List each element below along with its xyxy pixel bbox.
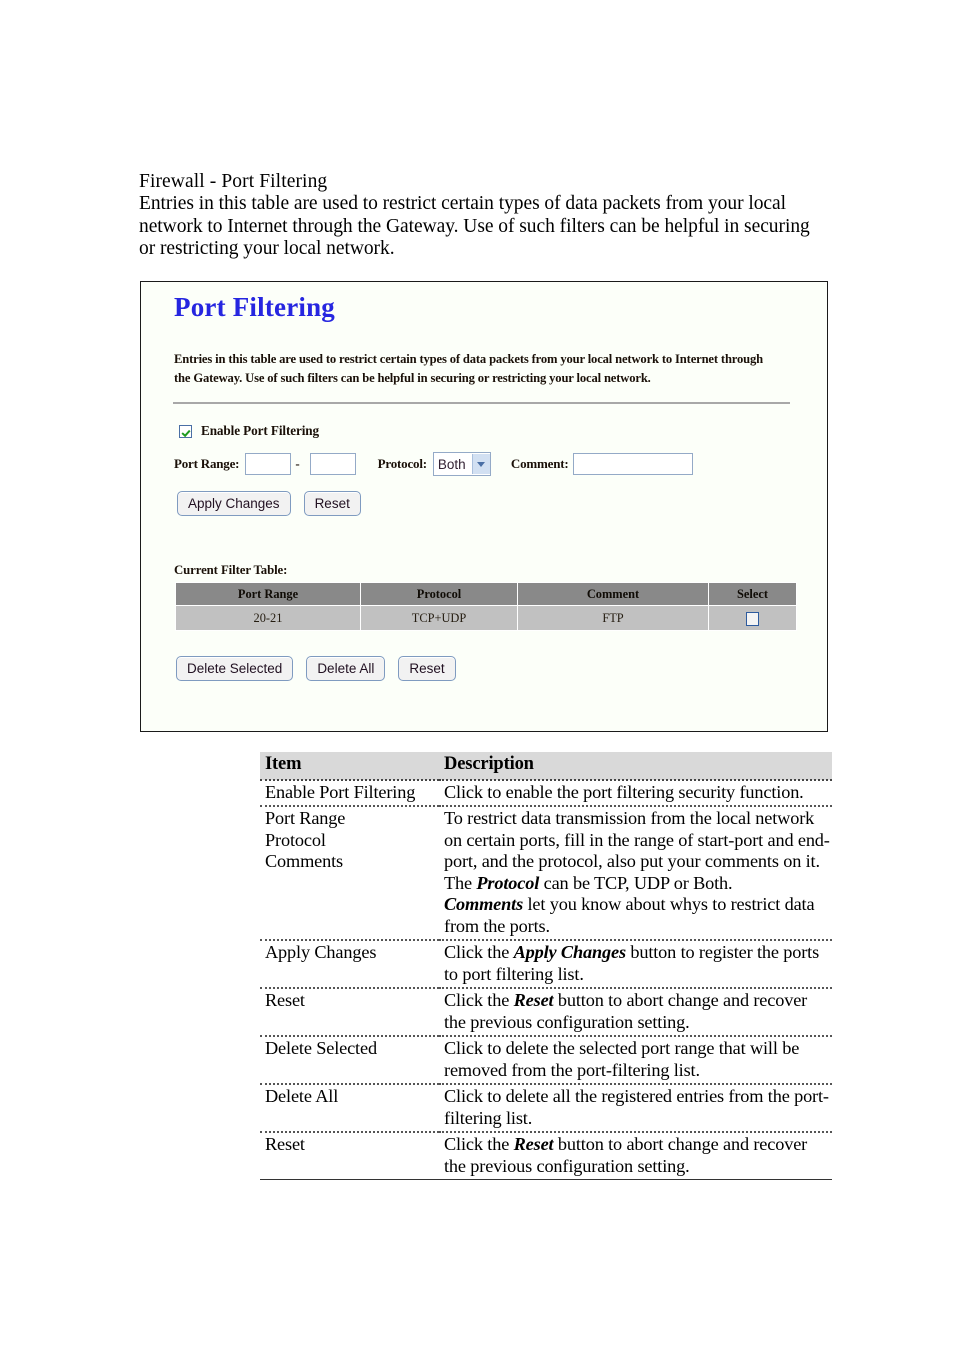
emphasis-reset: Reset xyxy=(513,990,554,1010)
description-text: To restrict data transmission from the l… xyxy=(444,808,830,871)
description-column-header-item: Item xyxy=(260,752,439,781)
delete-all-button[interactable]: Delete All xyxy=(306,656,386,681)
description-header-row: Item Description xyxy=(260,752,832,781)
row-select-checkbox[interactable] xyxy=(746,611,759,626)
description-item-label: Protocol xyxy=(265,829,326,850)
comment-label: Comment: xyxy=(510,456,569,471)
description-item-label: Delete Selected xyxy=(265,1038,377,1058)
filter-entry-form: Port Range: - Protocol: Both Comment: xyxy=(174,452,694,476)
description-row-delete-selected: Delete Selected Click to delete the sele… xyxy=(260,1036,832,1085)
description-item-label: Port Range xyxy=(265,808,346,828)
panel-description: Entries in this table are used to restri… xyxy=(174,352,764,385)
apply-changes-button[interactable]: Apply Changes xyxy=(177,491,291,516)
panel-title: Port Filtering xyxy=(174,292,335,322)
reset-button[interactable]: Reset xyxy=(303,491,361,516)
description-text: can be TCP, UDP or Both. xyxy=(539,872,733,893)
emphasis-reset-2: Reset xyxy=(513,1134,554,1154)
cell-protocol: TCP+UDP xyxy=(360,605,518,631)
description-item-label: Comments xyxy=(265,851,344,871)
protocol-label: Protocol: xyxy=(377,456,427,471)
emphasis-comments: Comments xyxy=(444,894,524,914)
table-actions: Delete Selected Delete All Reset xyxy=(176,656,469,681)
description-text: Click to delete the selected port range … xyxy=(444,1038,800,1080)
description-row-delete-all: Delete All Click to delete all the regis… xyxy=(260,1084,832,1133)
description-row-reset: Reset Click the Reset button to abort ch… xyxy=(260,988,832,1037)
description-text: Click the xyxy=(444,1134,514,1154)
cell-port-range: 20-21 xyxy=(175,605,361,631)
port-end-input[interactable] xyxy=(309,453,356,475)
reset-table-button[interactable]: Reset xyxy=(398,656,456,681)
description-row-port-range-protocol-comments: Port Range Protocol Comments To restrict… xyxy=(260,806,832,941)
description-table: Item Description Enable Port Filtering C… xyxy=(260,752,832,1180)
page-intro-paragraph: Entries in this table are used to restri… xyxy=(139,193,810,260)
description-text-protocol: The Protocol can be TCP, UDP or Both. xyxy=(444,873,830,895)
column-header-comment: Comment xyxy=(517,582,709,606)
cell-select[interactable] xyxy=(708,605,797,631)
panel-divider xyxy=(173,402,790,404)
chevron-down-icon[interactable] xyxy=(471,454,490,474)
form-actions: Apply Changes Reset xyxy=(177,491,374,516)
description-text-comments: Comments let you know about whys to rest… xyxy=(444,894,830,937)
table-row: 20-21 TCP+UDP FTP xyxy=(175,605,797,631)
description-item-label: Enable Port Filtering xyxy=(265,781,416,802)
protocol-selected-value: Both xyxy=(437,456,466,472)
table-header-row: Port Range Protocol Comment Select xyxy=(175,582,797,606)
current-filter-table-label: Current Filter Table: xyxy=(174,563,288,577)
cell-comment: FTP xyxy=(517,605,709,631)
description-row-enable-port-filtering: Enable Port Filtering Click to enable th… xyxy=(260,779,832,807)
description-text: Click to enable the port filtering secur… xyxy=(444,781,804,802)
port-start-input[interactable] xyxy=(245,453,292,475)
description-text: The xyxy=(444,872,477,893)
protocol-select[interactable]: Both xyxy=(432,452,491,476)
description-item-label: Delete All xyxy=(265,1086,339,1106)
description-row-apply-changes: Apply Changes Click the Apply Changes bu… xyxy=(260,940,832,989)
port-filtering-screenshot-panel: Port Filtering Entries in this table are… xyxy=(140,281,828,732)
column-header-select: Select xyxy=(708,582,797,606)
column-header-port-range: Port Range xyxy=(175,582,361,606)
document-intro: Firewall - Port Filtering Entries in thi… xyxy=(139,170,829,261)
delete-selected-button[interactable]: Delete Selected xyxy=(176,656,294,681)
enable-port-filtering-label: Enable Port Filtering xyxy=(201,423,320,438)
description-text: Click the xyxy=(444,942,514,962)
emphasis-protocol: Protocol xyxy=(476,872,540,893)
enable-port-filtering-checkbox[interactable] xyxy=(179,424,192,438)
description-column-header-description: Description xyxy=(439,752,832,781)
comment-input[interactable] xyxy=(573,453,694,475)
current-filter-table: Port Range Protocol Comment Select 20-21… xyxy=(175,582,797,631)
description-text: Click to delete all the registered entri… xyxy=(444,1086,829,1128)
description-item-label: Apply Changes xyxy=(265,942,377,962)
description-row-reset-2: Reset Click the Reset button to abort ch… xyxy=(260,1132,832,1180)
port-range-separator: - xyxy=(295,456,300,471)
enable-port-filtering-row[interactable]: Enable Port Filtering xyxy=(179,423,319,439)
column-header-protocol: Protocol xyxy=(360,582,518,606)
emphasis-apply-changes: Apply Changes xyxy=(513,942,626,962)
description-item-label: Reset xyxy=(265,1134,305,1154)
description-text: Click the xyxy=(444,990,514,1010)
description-item-label: Reset xyxy=(265,990,305,1010)
port-range-label: Port Range: xyxy=(174,456,240,471)
page-title: Firewall - Port Filtering xyxy=(139,171,328,192)
